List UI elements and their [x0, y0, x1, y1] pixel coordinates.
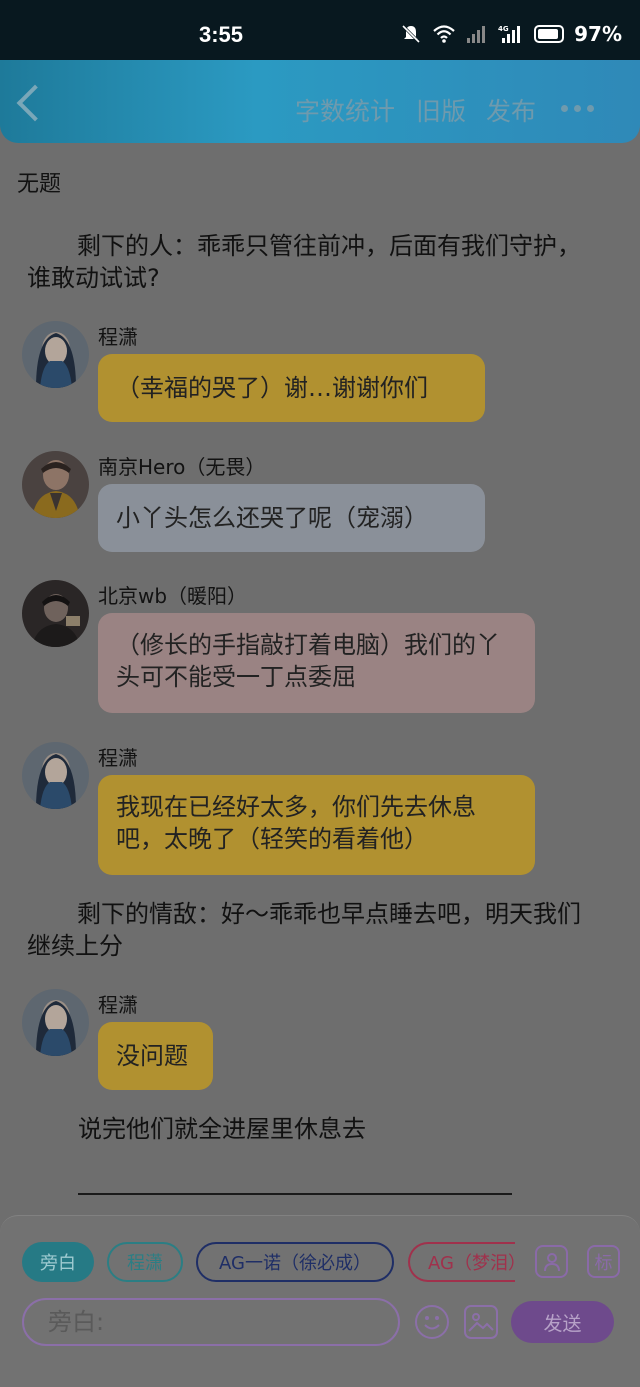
chat-message: 程潇 我现在已经好太多，你们先去休息吧，太晚了（轻笑的看着他）	[22, 742, 622, 882]
avatar[interactable]	[22, 451, 89, 518]
avatar[interactable]	[22, 580, 89, 647]
story-title: 无题	[17, 172, 62, 197]
avatar[interactable]	[22, 742, 89, 809]
top-app-bar: 字数统计 旧版 发布	[0, 60, 640, 143]
message-bubble[interactable]: （幸福的哭了）谢…谢谢你们	[98, 354, 485, 422]
status-bar: 3:55 4G 97%	[0, 0, 640, 60]
role-chip[interactable]: AG（梦泪）	[408, 1242, 515, 1282]
message-bubble[interactable]: 没问题	[98, 1022, 213, 1090]
narration-text: 说完他们就全进屋里休息去	[78, 1115, 366, 1143]
chat-message: 程潇 （幸福的哭了）谢…谢谢你们	[22, 321, 622, 431]
sender-name: 程潇	[98, 746, 138, 770]
battery-icon	[534, 25, 565, 43]
battery-percent: 97%	[574, 22, 622, 46]
role-chip[interactable]: 程潇	[107, 1242, 183, 1282]
signal-4g-icon: 4G	[498, 25, 521, 43]
emoji-icon[interactable]	[415, 1305, 449, 1339]
wifi-icon	[433, 25, 455, 43]
character-profile-icon[interactable]	[535, 1245, 568, 1278]
message-bubble[interactable]: 小丫头怎么还哭了呢（宠溺）	[98, 484, 485, 552]
message-bubble[interactable]: 我现在已经好太多，你们先去休息吧，太晚了（轻笑的看着他）	[98, 775, 535, 875]
svg-text:4G: 4G	[498, 25, 509, 33]
signal-icon	[467, 26, 486, 43]
avatar[interactable]	[22, 989, 89, 1056]
sender-name: 南京Hero（无畏）	[98, 455, 266, 479]
back-icon[interactable]	[16, 84, 54, 122]
message-input[interactable]: 旁白:	[22, 1298, 400, 1346]
word-count-button[interactable]: 字数统计	[295, 92, 395, 128]
publish-button[interactable]: 发布	[486, 92, 536, 128]
more-options-icon[interactable]	[561, 105, 594, 112]
chat-message: 南京Hero（无畏） 小丫头怎么还哭了呢（宠溺）	[22, 451, 622, 561]
narration-text: 剩下的人：乖乖只管往前冲，后面有我们守护，谁敢动试试?	[27, 232, 581, 292]
status-icons: 4G 97%	[400, 22, 622, 46]
sender-name: 北京wb（暖阳）	[98, 584, 248, 608]
message-bubble[interactable]: （修长的手指敲打着电脑）我们的丫头可不能受一丁点委屈	[98, 613, 535, 713]
avatar[interactable]	[22, 321, 89, 388]
content-divider	[78, 1193, 512, 1195]
narration-text: 剩下的情敌：好～乖乖也早点睡去吧，明天我们继续上分	[27, 900, 581, 960]
sender-name: 程潇	[98, 993, 138, 1017]
role-chip-narrator[interactable]: 旁白	[22, 1242, 94, 1282]
bell-off-icon	[402, 24, 421, 44]
chat-message: 程潇 没问题	[22, 989, 622, 1099]
status-time: 3:55	[199, 22, 244, 47]
old-version-button[interactable]: 旧版	[416, 92, 466, 128]
image-icon[interactable]	[464, 1305, 498, 1339]
sender-name: 程潇	[98, 325, 138, 349]
role-chip[interactable]: AG一诺（徐必成）	[196, 1242, 394, 1282]
tag-icon[interactable]: 标	[587, 1245, 620, 1278]
send-button[interactable]: 发送	[511, 1301, 614, 1343]
chat-message: 北京wb（暖阳） （修长的手指敲打着电脑）我们的丫头可不能受一丁点委屈	[22, 580, 622, 720]
